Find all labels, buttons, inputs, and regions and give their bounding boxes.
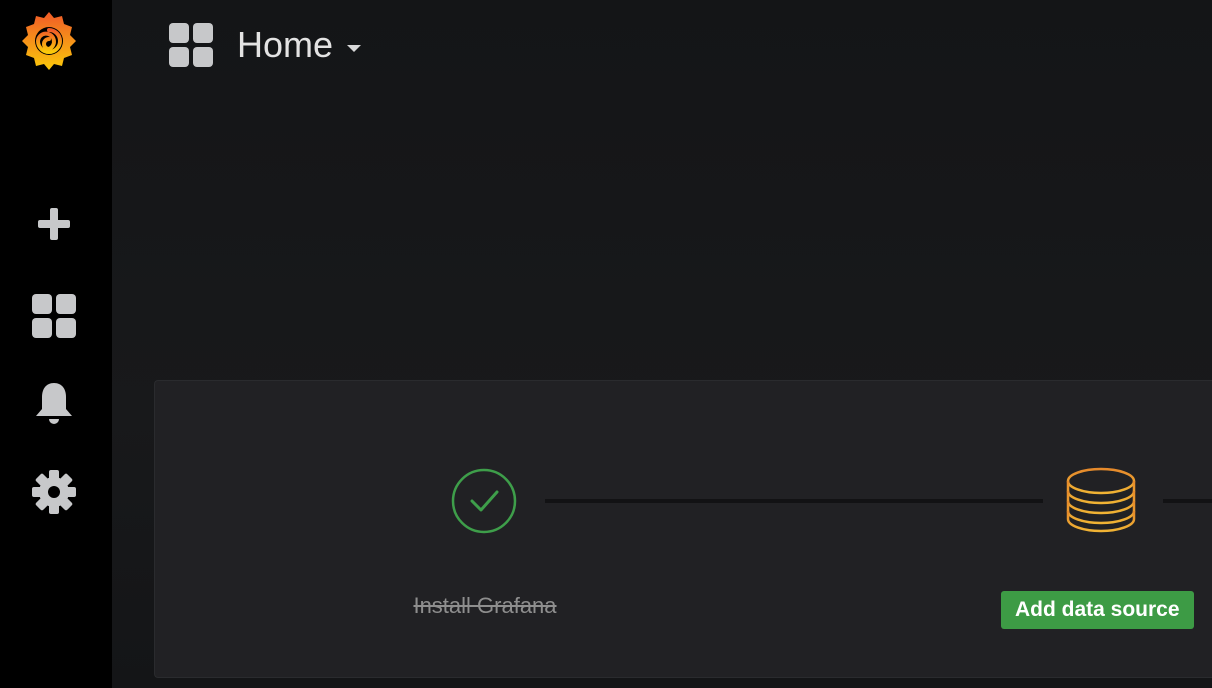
- chevron-down-icon: [347, 44, 362, 52]
- bell-icon: [36, 383, 72, 424]
- check-circle-icon: [451, 468, 517, 534]
- main-content: Home Install Grafana Add data source: [112, 0, 1212, 688]
- dashboard-navbar: Home: [112, 0, 1212, 90]
- getting-started-panel: Install Grafana Add data source: [154, 380, 1212, 678]
- add-data-source-button[interactable]: Add data source: [1001, 591, 1194, 629]
- gear-icon: [32, 470, 76, 514]
- sidebar-item-dashboards[interactable]: [24, 286, 84, 346]
- step-label-install-grafana: Install Grafana: [413, 593, 557, 618]
- sidebar-item-create[interactable]: [24, 194, 84, 254]
- dashboard-grid-icon: [169, 23, 213, 67]
- database-icon: [1066, 467, 1136, 533]
- side-menu: [0, 0, 112, 688]
- grafana-logo-icon[interactable]: [18, 10, 80, 72]
- progress-connector: [545, 499, 1043, 503]
- dashboard-grid-icon: [32, 294, 76, 338]
- sidebar-item-configuration[interactable]: [24, 462, 84, 522]
- progress-connector: [1163, 499, 1212, 503]
- sidebar-item-alerting[interactable]: [24, 374, 84, 434]
- page-title: Home: [237, 24, 334, 65]
- plus-icon: [38, 208, 70, 240]
- dashboard-title-dropdown[interactable]: Home: [237, 22, 362, 68]
